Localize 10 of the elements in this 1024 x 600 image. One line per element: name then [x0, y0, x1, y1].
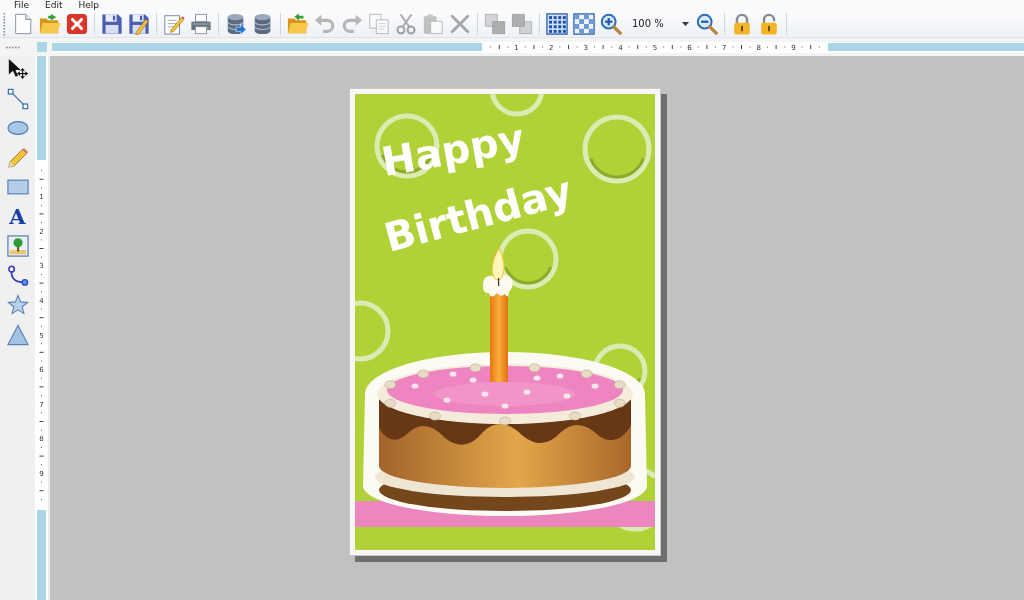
text-tool-button[interactable]: A — [4, 203, 31, 230]
ruler-corner — [37, 42, 47, 52]
menu-item[interactable]: Edit — [45, 0, 63, 10]
caret-icon[interactable] — [682, 21, 689, 26]
menu-item[interactable]: Help — [78, 0, 100, 10]
grip-handle[interactable] — [5, 45, 21, 49]
zoom-combo[interactable]: 100 % — [626, 13, 692, 34]
grip-handle[interactable] — [3, 11, 6, 36]
card-greeting-text: Happy — [378, 117, 528, 183]
menu-item[interactable]: File — [14, 0, 30, 10]
